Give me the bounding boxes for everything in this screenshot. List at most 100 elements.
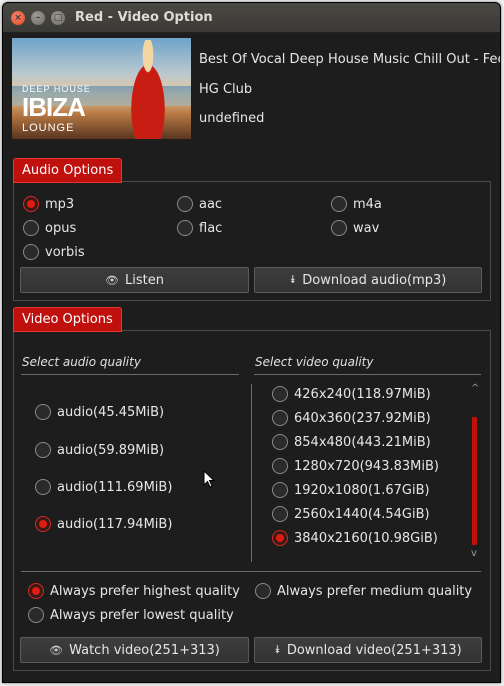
radio-icon bbox=[177, 220, 193, 236]
radio-icon bbox=[35, 404, 51, 420]
prefer-medium-quality[interactable]: Always prefer medium quality bbox=[255, 583, 472, 599]
video-quality-label: 854x480(443.21MiB) bbox=[294, 434, 431, 450]
radio-icon bbox=[272, 506, 288, 522]
audio-quality-label: audio(59.89MiB) bbox=[57, 442, 165, 458]
audio-format-m4a[interactable]: m4a bbox=[331, 196, 382, 212]
close-window-button[interactable]: × bbox=[11, 11, 25, 25]
preference-label: Always prefer highest quality bbox=[50, 583, 240, 599]
audio-quality-option[interactable]: audio(117.94MiB) bbox=[35, 516, 172, 532]
audio-format-aac[interactable]: aac bbox=[177, 196, 222, 212]
close-icon: × bbox=[14, 13, 22, 23]
video-option-window: × – □ Red - Video Option DEEP HOUSE IBIZ… bbox=[2, 2, 501, 683]
video-extra-info: undefined bbox=[199, 111, 265, 126]
thumbnail-text-main: IBIZA bbox=[22, 92, 86, 122]
audio-format-label: aac bbox=[199, 196, 223, 212]
audio-format-label: vorbis bbox=[45, 244, 85, 260]
minimize-window-button[interactable]: – bbox=[31, 11, 45, 25]
audio-quality-heading: Select audio quality bbox=[22, 355, 141, 369]
radio-icon bbox=[23, 244, 39, 260]
video-quality-option[interactable]: 426x240(118.97MiB) bbox=[272, 386, 431, 402]
minimize-icon: – bbox=[35, 13, 41, 23]
listen-button[interactable]: 👁 Listen bbox=[20, 267, 249, 293]
watch-video-label: Watch video(251+313) bbox=[69, 642, 220, 658]
audio-quality-option[interactable]: audio(59.89MiB) bbox=[35, 442, 164, 458]
audio-quality-divider bbox=[21, 374, 239, 375]
thumbnail-figure bbox=[122, 40, 174, 139]
video-quality-label: 3840x2160(10.98GiB) bbox=[294, 530, 438, 546]
download-icon: ⯯ bbox=[289, 273, 297, 286]
audio-options-tab: Audio Options bbox=[13, 158, 123, 183]
radio-icon bbox=[272, 482, 288, 498]
thumbnail-text-bottom: LOUNGE bbox=[22, 122, 75, 134]
radio-icon bbox=[28, 583, 44, 599]
audio-quality-label: audio(45.45MiB) bbox=[57, 404, 165, 420]
window-title: Red - Video Option bbox=[75, 10, 213, 25]
video-quality-option[interactable]: 1920x1080(1.67GiB) bbox=[272, 482, 430, 498]
video-thumbnail: DEEP HOUSE IBIZA LOUNGE bbox=[12, 38, 191, 139]
preference-label: Always prefer medium quality bbox=[277, 583, 473, 599]
radio-icon bbox=[35, 479, 51, 495]
video-quality-option[interactable]: 2560x1440(4.54GiB) bbox=[272, 506, 430, 522]
quality-column-divider bbox=[251, 384, 252, 562]
audio-format-label: wav bbox=[353, 220, 380, 236]
video-quality-heading: Select video quality bbox=[255, 355, 374, 369]
radio-icon bbox=[331, 220, 347, 236]
video-quality-scrollbar[interactable] bbox=[472, 417, 477, 545]
radio-icon bbox=[35, 442, 51, 458]
radio-icon bbox=[331, 196, 347, 212]
video-quality-option[interactable]: 3840x2160(10.98GiB) bbox=[272, 530, 438, 546]
radio-icon bbox=[272, 386, 288, 402]
radio-icon bbox=[272, 530, 288, 546]
video-options-tab: Video Options bbox=[13, 307, 122, 332]
radio-icon bbox=[272, 434, 288, 450]
download-video-button[interactable]: ⯯ Download video(251+313) bbox=[254, 637, 482, 663]
video-quality-label: 1920x1080(1.67GiB) bbox=[294, 482, 430, 498]
preference-label: Always prefer lowest quality bbox=[50, 607, 234, 623]
video-quality-label: 1280x720(943.83MiB) bbox=[294, 458, 439, 474]
audio-format-label: m4a bbox=[353, 196, 382, 212]
audio-format-vorbis[interactable]: vorbis bbox=[23, 244, 85, 260]
audio-format-label: mp3 bbox=[45, 196, 75, 212]
video-quality-label: 2560x1440(4.54GiB) bbox=[294, 506, 430, 522]
video-quality-divider bbox=[254, 374, 481, 375]
maximize-icon: □ bbox=[53, 13, 63, 23]
maximize-window-button[interactable]: □ bbox=[51, 11, 65, 25]
audio-quality-label: audio(111.69MiB) bbox=[57, 479, 173, 495]
download-icon: ⯯ bbox=[274, 643, 281, 656]
audio-format-mp3[interactable]: mp3 bbox=[23, 196, 74, 212]
radio-icon bbox=[272, 458, 288, 474]
eye-icon: 👁 bbox=[49, 643, 64, 657]
download-audio-label: Download audio(mp3) bbox=[302, 272, 447, 288]
audio-quality-option[interactable]: audio(45.45MiB) bbox=[35, 404, 164, 420]
radio-icon bbox=[23, 196, 39, 212]
video-quality-option[interactable]: 1280x720(943.83MiB) bbox=[272, 458, 439, 474]
radio-icon bbox=[177, 196, 193, 212]
prefer-lowest-quality[interactable]: Always prefer lowest quality bbox=[28, 607, 234, 623]
title-bar: × – □ Red - Video Option bbox=[3, 3, 500, 33]
audio-format-wav[interactable]: wav bbox=[331, 220, 379, 236]
video-title: Best Of Vocal Deep House Music Chill Out… bbox=[199, 52, 501, 67]
channel-name: HG Club bbox=[199, 82, 253, 97]
radio-icon bbox=[23, 220, 39, 236]
listen-button-label: Listen bbox=[125, 272, 164, 288]
audio-quality-option[interactable]: audio(111.69MiB) bbox=[35, 479, 172, 495]
mouse-cursor-icon bbox=[203, 470, 215, 488]
watch-video-button[interactable]: 👁 Watch video(251+313) bbox=[20, 637, 249, 663]
radio-icon bbox=[35, 516, 51, 532]
audio-format-label: flac bbox=[199, 220, 223, 236]
scroll-up-arrow-icon[interactable]: ^ bbox=[471, 383, 479, 394]
radio-icon bbox=[272, 410, 288, 426]
audio-quality-label: audio(117.94MiB) bbox=[57, 516, 173, 532]
scroll-down-arrow-icon[interactable]: v bbox=[471, 548, 477, 559]
video-quality-label: 640x360(237.92MiB) bbox=[294, 410, 431, 426]
video-quality-option[interactable]: 854x480(443.21MiB) bbox=[272, 434, 431, 450]
audio-format-label: opus bbox=[45, 220, 77, 236]
audio-format-flac[interactable]: flac bbox=[177, 220, 222, 236]
audio-format-opus[interactable]: opus bbox=[23, 220, 76, 236]
radio-icon bbox=[28, 607, 44, 623]
video-quality-label: 426x240(118.97MiB) bbox=[294, 386, 431, 402]
prefer-highest-quality[interactable]: Always prefer highest quality bbox=[28, 583, 240, 599]
download-audio-button[interactable]: ⯯ Download audio(mp3) bbox=[254, 267, 482, 293]
video-quality-option[interactable]: 640x360(237.92MiB) bbox=[272, 410, 431, 426]
radio-icon bbox=[255, 583, 271, 599]
